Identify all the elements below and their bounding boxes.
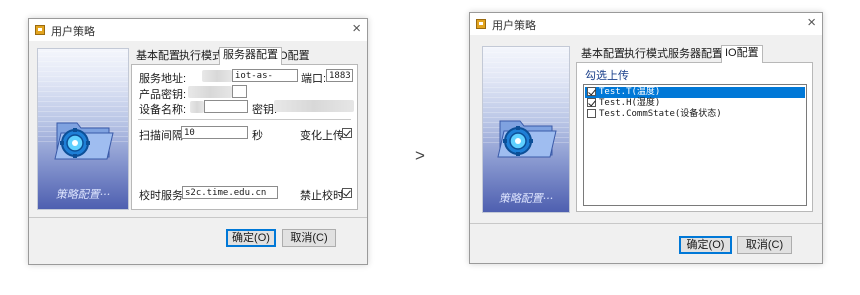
list-item-test-t[interactable]: Test.T(温度) — [585, 87, 805, 98]
checkbox[interactable] — [587, 87, 596, 96]
banner-caption: 策略配置··· — [498, 192, 554, 205]
time-server-label: 校时服务: — [139, 190, 187, 202]
checkbox[interactable] — [587, 98, 596, 107]
banner-image: 策略配置··· — [37, 48, 129, 210]
banner-caption: 策略配置··· — [55, 188, 111, 201]
list-item-label: Test.T(温度) — [599, 87, 661, 97]
title-bar: 用户策略 × — [29, 19, 367, 41]
server-address-label: 服务地址: — [139, 73, 187, 85]
app-icon — [35, 25, 45, 35]
footer-divider — [470, 223, 822, 224]
checkbox[interactable] — [587, 109, 596, 118]
device-secret-blur — [274, 100, 354, 112]
close-icon[interactable]: × — [807, 14, 816, 32]
port-label: 端口: — [301, 73, 327, 85]
change-upload-checkbox[interactable] — [342, 128, 352, 138]
tab-server[interactable]: 服务器配置 — [219, 47, 282, 65]
product-secret-blur — [188, 86, 232, 98]
time-server-field[interactable]: s2c.time.edu.cn — [182, 186, 278, 199]
scan-unit-label: 秒 — [252, 130, 263, 142]
ok-button[interactable]: 确定(O) — [679, 236, 732, 254]
folder-gear-icon — [497, 120, 557, 158]
left-dialog: 用户策略 × 策略配置··· 基本配置 执行模式 服务器配置 IO配置 服务地址… — [28, 18, 368, 265]
device-name-blur — [190, 101, 204, 113]
list-item-label: Test.H(湿度) — [599, 98, 661, 108]
server-address-blur — [202, 70, 232, 82]
ok-button[interactable]: 确定(O) — [226, 229, 276, 247]
list-item-test-commstate[interactable]: Test.CommState(设备状态) — [585, 109, 805, 120]
tab-io[interactable]: IO配置 — [721, 45, 763, 63]
window-title: 用户策略 — [492, 20, 536, 32]
footer-divider — [29, 217, 367, 218]
disable-time-sync-checkbox[interactable] — [342, 188, 352, 198]
server-address-field[interactable]: iot-as- — [232, 69, 298, 82]
product-secret-field[interactable] — [232, 85, 247, 98]
device-name-label: 设备名称: — [139, 104, 187, 116]
server-config-panel: 服务地址: iot-as- 端口: 1883 产品密钥: 设备名称: 密钥: 扫… — [131, 64, 358, 210]
tab-server[interactable]: 服务器配置 — [665, 47, 726, 61]
change-upload-label: 变化上传 — [300, 130, 344, 142]
banner-image: 策略配置··· — [482, 46, 570, 213]
tab-bar: 基本配置 执行模式 服务器配置 IO配置 — [133, 47, 359, 65]
disable-time-sync-label: 禁止校时 — [300, 190, 344, 202]
device-name-field[interactable] — [204, 100, 248, 113]
cancel-button[interactable]: 取消(C) — [282, 229, 336, 247]
scan-interval-field[interactable]: 10 — [181, 126, 248, 139]
transition-arrow: > — [415, 146, 425, 165]
folder-gear-icon — [54, 122, 114, 160]
tab-bar: 基本配置 执行模式 服务器配置 IO配置 — [578, 45, 814, 63]
port-field[interactable]: 1883 — [326, 69, 353, 82]
upload-points-list[interactable]: Test.T(温度) Test.H(湿度) Test.CommState(设备状… — [583, 84, 807, 206]
right-dialog: 用户策略 × 策略配置··· 基本配置 执行模式 服务器配置 IO配置 勾选上传… — [469, 12, 823, 264]
divider — [138, 119, 351, 120]
list-item-label: Test.CommState(设备状态) — [599, 109, 722, 119]
upload-group-label: 勾选上传 — [585, 70, 629, 82]
window-title: 用户策略 — [51, 26, 95, 38]
close-icon[interactable]: × — [352, 20, 361, 38]
app-icon — [476, 19, 486, 29]
io-config-panel: 勾选上传 Test.T(温度) Test.H(湿度) Test.CommStat… — [576, 62, 813, 212]
tab-exec-mode[interactable]: 执行模式 — [621, 47, 671, 61]
title-bar: 用户策略 × — [470, 13, 822, 35]
product-secret-label: 产品密钥: — [139, 89, 187, 101]
list-item-test-h[interactable]: Test.H(湿度) — [585, 98, 805, 109]
scan-interval-label: 扫描间隔: — [139, 130, 187, 142]
cancel-button[interactable]: 取消(C) — [737, 236, 792, 254]
